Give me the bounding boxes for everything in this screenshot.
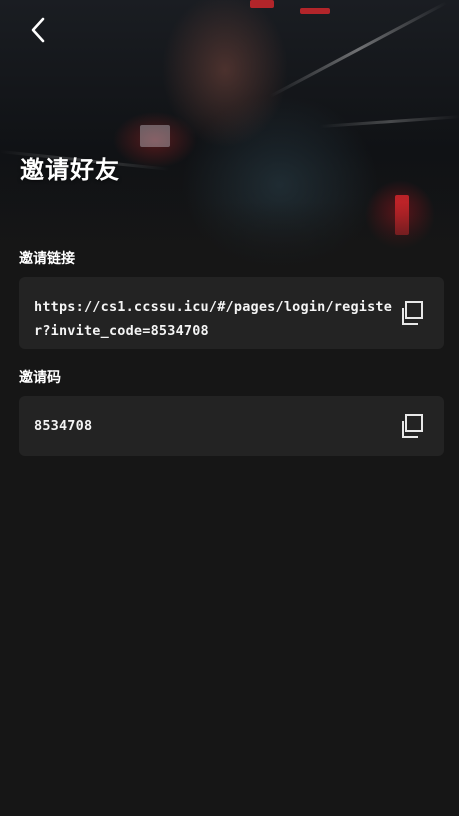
stage-light xyxy=(140,125,170,147)
invite-code-label: 邀请码 xyxy=(19,370,61,386)
chevron-left-icon xyxy=(31,17,45,43)
stage-light xyxy=(300,8,330,14)
light-beam xyxy=(319,115,459,128)
stage-light xyxy=(250,0,274,8)
back-button[interactable] xyxy=(24,16,52,44)
copy-link-button[interactable] xyxy=(399,300,425,326)
invite-link-value: https://cs1.ccssu.icu/#/pages/login/regi… xyxy=(34,299,393,339)
page-title: 邀请好友 xyxy=(20,156,120,184)
invite-link-label: 邀请链接 xyxy=(19,251,75,267)
copy-icon xyxy=(402,301,423,325)
invite-link-card: https://cs1.ccssu.icu/#/pages/login/regi… xyxy=(19,277,444,349)
invite-code-value: 8534708 xyxy=(34,418,93,434)
copy-icon xyxy=(402,414,423,438)
hero-background-image xyxy=(0,0,459,272)
copy-code-button[interactable] xyxy=(399,413,425,439)
light-beam xyxy=(269,1,448,98)
invite-code-card: 8534708 xyxy=(19,396,444,456)
invite-friends-page: 邀请好友 邀请链接 https://cs1.ccssu.icu/#/pages/… xyxy=(0,0,459,816)
